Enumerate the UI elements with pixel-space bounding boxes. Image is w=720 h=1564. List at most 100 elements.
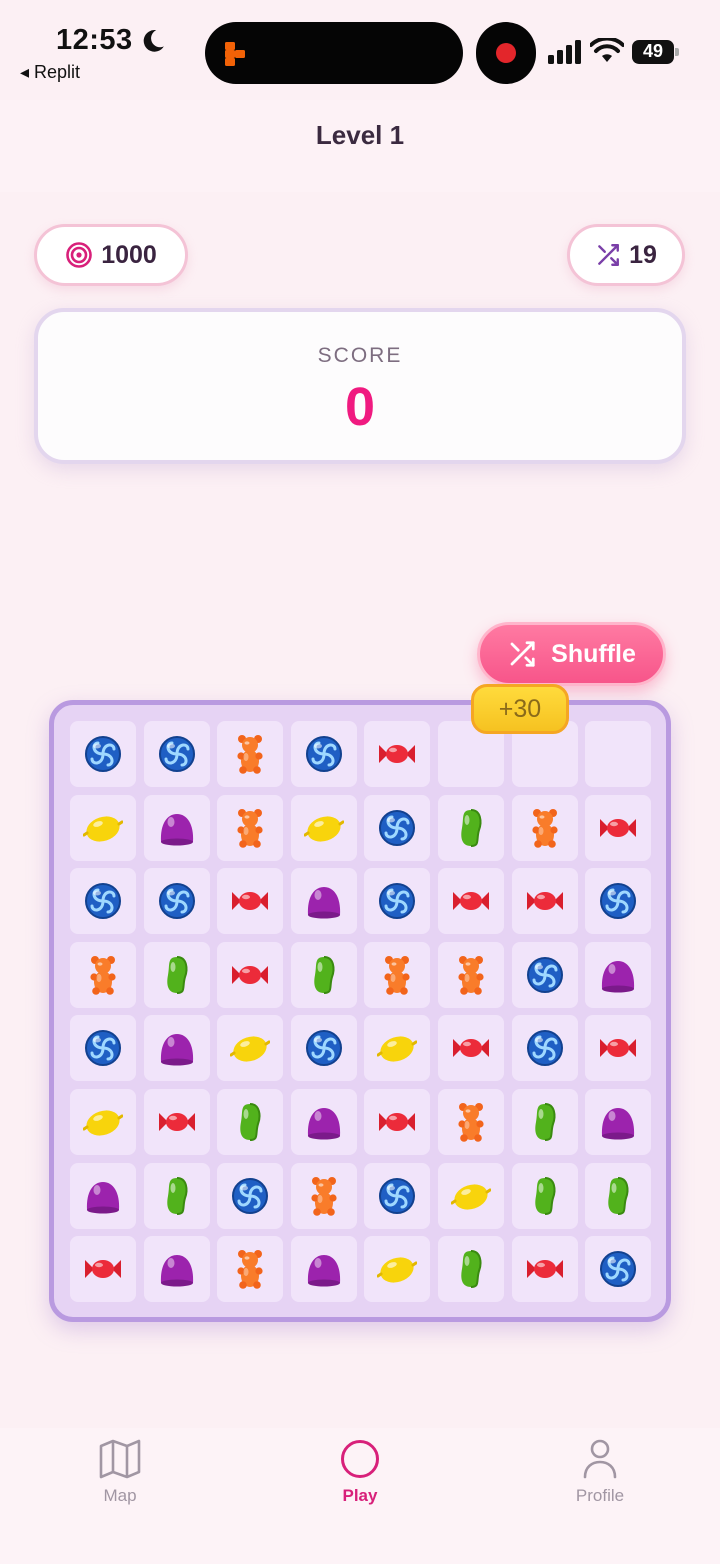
- shuffle-button[interactable]: Shuffle: [477, 622, 666, 686]
- board-cell[interactable]: [585, 941, 652, 1008]
- candy-bean-icon: [461, 808, 482, 847]
- map-icon: [99, 1439, 141, 1479]
- board-cell[interactable]: [143, 1162, 210, 1229]
- board-cell[interactable]: [364, 721, 431, 787]
- candy-bean-icon: [534, 1103, 556, 1141]
- candy-lemon-icon: [230, 1036, 271, 1062]
- moon-icon: [143, 30, 164, 52]
- board-cell[interactable]: [70, 1015, 136, 1082]
- board-cell[interactable]: [290, 1089, 357, 1155]
- board-cell[interactable]: [511, 941, 578, 1008]
- board-cell[interactable]: [143, 1089, 210, 1155]
- board-cell[interactable]: [585, 794, 652, 861]
- board-cell[interactable]: [511, 1236, 578, 1303]
- nav-item-profile[interactable]: Profile: [530, 1438, 670, 1506]
- board-cell[interactable]: [585, 1236, 652, 1303]
- board-cell[interactable]: [217, 1162, 284, 1229]
- board-cell[interactable]: [217, 1236, 284, 1303]
- board-cell[interactable]: [364, 1162, 431, 1229]
- board-cell[interactable]: [438, 941, 504, 1008]
- board-cell[interactable]: [290, 868, 357, 935]
- board-cell[interactable]: [511, 1162, 578, 1229]
- candy-gumdrop-icon: [160, 813, 193, 846]
- board-cell[interactable]: [511, 1089, 578, 1155]
- board-cell[interactable]: [290, 1236, 357, 1303]
- board-cell[interactable]: [585, 1162, 652, 1229]
- status-time: 12:53: [56, 24, 133, 56]
- board-cell[interactable]: [438, 1015, 504, 1082]
- board-cell[interactable]: [290, 1015, 357, 1082]
- target-score-value: 1000: [101, 240, 157, 269]
- screen-recording-indicator: [476, 22, 536, 84]
- board-cell[interactable]: [217, 941, 284, 1008]
- board-cell[interactable]: [511, 868, 578, 935]
- board-cell[interactable]: [364, 794, 431, 861]
- candy-lemon-icon: [303, 816, 344, 842]
- board-cell[interactable]: [217, 1015, 284, 1082]
- back-to-app-link[interactable]: ◂ Replit: [20, 62, 80, 83]
- recording-dot-icon: [496, 43, 516, 63]
- replit-logo-icon: [225, 42, 245, 66]
- candy-wrapped-icon: [85, 1260, 121, 1279]
- wifi-icon: [590, 38, 624, 62]
- candy-wrapped-icon: [453, 892, 489, 911]
- candy-swirl-icon: [158, 736, 195, 772]
- candy-wrapped-icon: [600, 1039, 637, 1058]
- candy-bear-icon: [311, 1176, 337, 1216]
- board-cell[interactable]: [364, 868, 431, 935]
- board-cell[interactable]: [143, 1015, 210, 1082]
- board-cell[interactable]: [70, 941, 136, 1008]
- board-cell[interactable]: [70, 1236, 136, 1303]
- board-cell[interactable]: [364, 1089, 431, 1155]
- board-cell[interactable]: [70, 1162, 136, 1229]
- board-cell[interactable]: [290, 794, 357, 861]
- board-cell[interactable]: [438, 868, 504, 935]
- shuffle-moves-icon: [598, 244, 620, 266]
- candy-bear-icon: [458, 1103, 484, 1142]
- board-cell[interactable]: [143, 1236, 210, 1303]
- board-cell[interactable]: [70, 1089, 136, 1155]
- candy-bear-icon: [458, 955, 484, 995]
- board-cell[interactable]: [70, 721, 136, 787]
- nav-item-map[interactable]: Map: [50, 1438, 190, 1506]
- candy-bean-icon: [314, 955, 335, 994]
- board-cell[interactable]: [364, 1015, 431, 1082]
- candy-gumdrop-icon: [307, 887, 340, 919]
- board-cell[interactable]: [217, 721, 284, 787]
- board-cell[interactable]: [585, 1089, 652, 1155]
- board-cell[interactable]: [143, 794, 210, 861]
- board-cell[interactable]: [585, 721, 652, 787]
- board-cell[interactable]: [143, 941, 210, 1008]
- board-cell[interactable]: [585, 868, 652, 935]
- board-cell[interactable]: [511, 794, 578, 861]
- board-cell[interactable]: [70, 868, 136, 935]
- nav-item-play[interactable]: Play: [290, 1438, 430, 1506]
- board-cell[interactable]: [438, 1236, 504, 1303]
- candy-bean-icon: [608, 1176, 629, 1215]
- candy-swirl-icon: [85, 736, 121, 772]
- board-cell[interactable]: [438, 1162, 504, 1229]
- candy-swirl-icon: [158, 883, 195, 920]
- board-cell[interactable]: [143, 868, 210, 935]
- board-cell[interactable]: [143, 721, 210, 787]
- candy-swirl-icon: [600, 1251, 637, 1288]
- board-cell[interactable]: [438, 1089, 504, 1155]
- candy-gumdrop-icon: [307, 1108, 340, 1140]
- moves-left-pill: 19: [567, 224, 685, 286]
- board-cell[interactable]: [364, 1236, 431, 1303]
- battery-level: 49: [642, 41, 664, 61]
- candy-wrapped-icon: [600, 818, 637, 837]
- board-cell[interactable]: [290, 721, 357, 787]
- board-cell[interactable]: [290, 941, 357, 1008]
- board-cell[interactable]: [290, 1162, 357, 1229]
- board-cell[interactable]: [585, 1015, 652, 1082]
- play-circle-icon: [341, 1440, 379, 1478]
- board-cell[interactable]: [364, 941, 431, 1008]
- board-cell[interactable]: [70, 794, 136, 861]
- board-cell[interactable]: [217, 868, 284, 935]
- board-cell[interactable]: [217, 1089, 284, 1155]
- board-cell[interactable]: [511, 1015, 578, 1082]
- candy-bear-icon: [384, 955, 410, 995]
- board-cell[interactable]: [217, 794, 284, 861]
- board-cell[interactable]: [438, 794, 504, 861]
